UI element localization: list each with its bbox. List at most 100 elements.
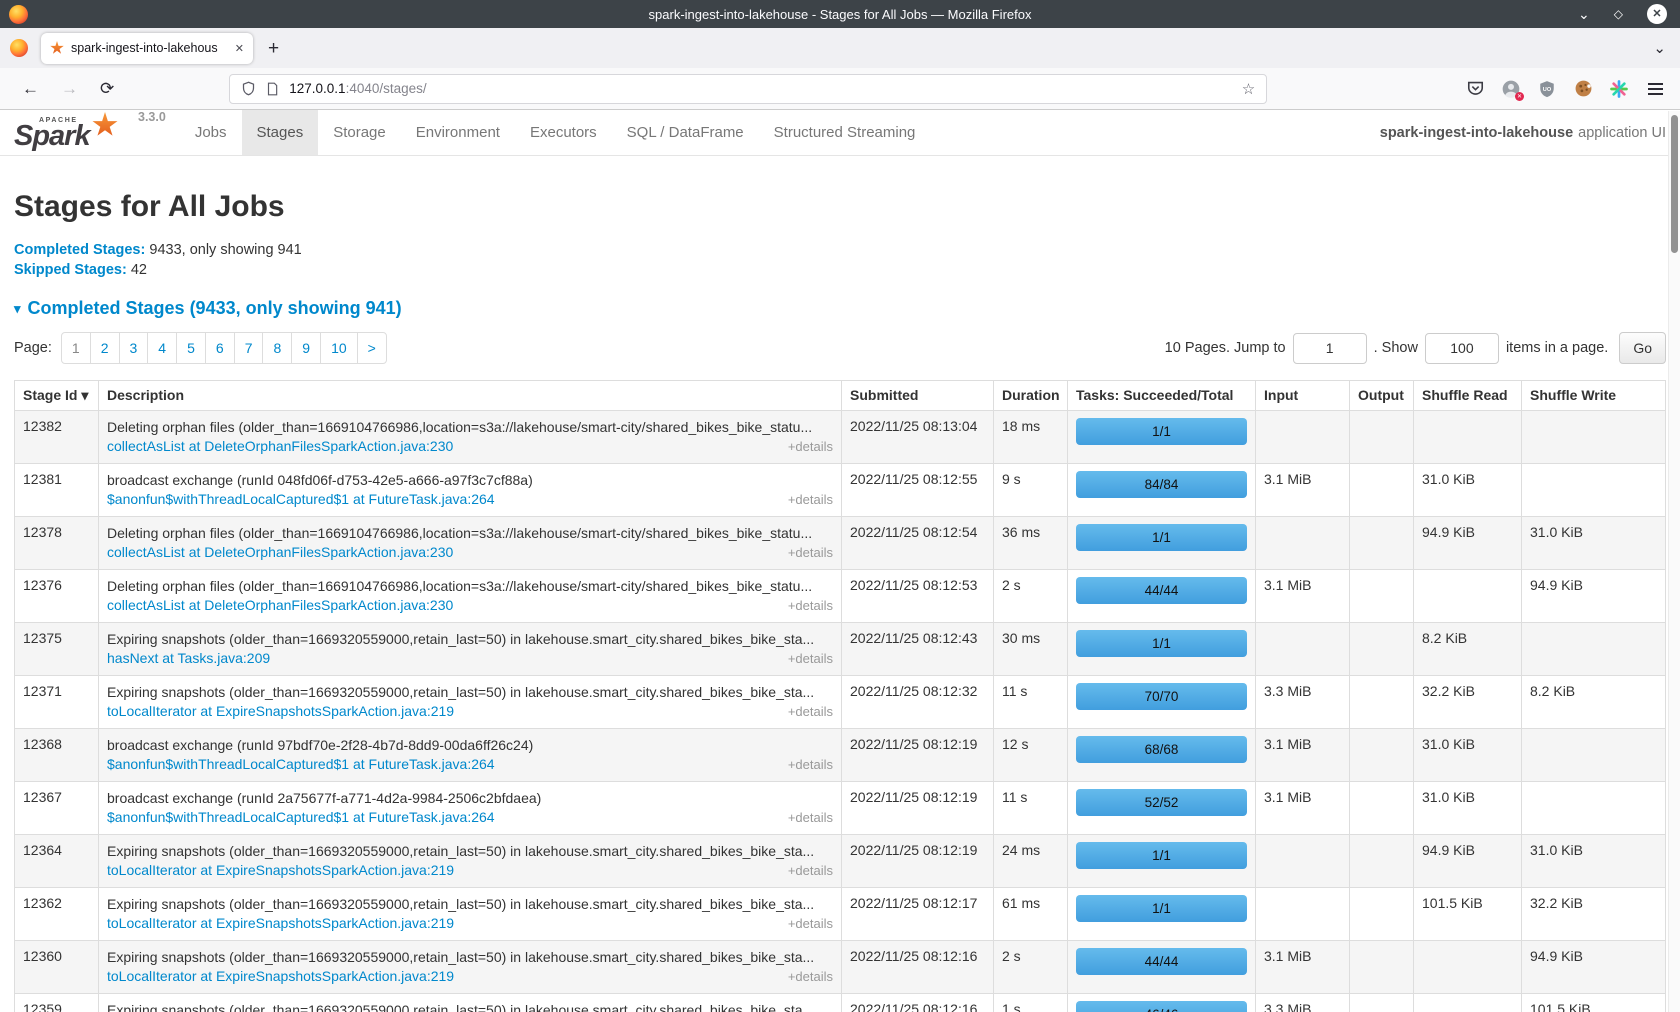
close-window-icon[interactable]: ✕ <box>1647 4 1667 24</box>
page-button-9[interactable]: 9 <box>292 333 321 363</box>
details-toggle[interactable]: +details <box>778 490 833 509</box>
maximize-icon[interactable]: ◇ <box>1614 8 1623 20</box>
list-all-tabs-chevron-icon[interactable]: ⌄ <box>1653 39 1666 57</box>
cell-output <box>1350 411 1414 464</box>
cell-submitted: 2022/11/25 08:12:17 <box>842 888 994 941</box>
cell-submitted: 2022/11/25 08:12:53 <box>842 570 994 623</box>
go-button[interactable]: Go <box>1619 332 1666 364</box>
spark-logo[interactable]: APACHE Spark <box>14 110 130 155</box>
reload-button[interactable]: ⟳ <box>100 80 114 97</box>
stage-callsite-link[interactable]: $anonfun$withThreadLocalCaptured$1 at Fu… <box>107 808 495 827</box>
account-extension-icon[interactable]: ✕ <box>1501 79 1521 99</box>
tab-close-icon[interactable]: ✕ <box>235 42 244 55</box>
cell-output <box>1350 729 1414 782</box>
nav-item-sql-dataframe[interactable]: SQL / DataFrame <box>612 110 759 155</box>
browser-tab[interactable]: spark-ingest-into-lakehous ✕ <box>41 33 253 64</box>
cell-stage-id: 12368 <box>15 729 99 782</box>
cell-output <box>1350 464 1414 517</box>
details-toggle[interactable]: +details <box>778 702 833 721</box>
stage-callsite-link[interactable]: toLocalIterator at ExpireSnapshotsSparkA… <box>107 702 454 721</box>
completed-stages-link[interactable]: Completed Stages: <box>14 242 145 258</box>
bookmark-star-icon[interactable]: ☆ <box>1242 80 1255 98</box>
stage-row-12362: 12362Expiring snapshots (older_than=1669… <box>15 888 1666 941</box>
shield-permissions-icon[interactable] <box>241 80 256 97</box>
cookie-icon[interactable] <box>1573 79 1593 99</box>
page-scrollbar[interactable] <box>1668 111 1680 1012</box>
cell-duration: 36 ms <box>994 517 1068 570</box>
cell-submitted: 2022/11/25 08:12:43 <box>842 623 994 676</box>
stage-callsite-link[interactable]: hasNext at Tasks.java:209 <box>107 649 270 668</box>
stage-callsite-link[interactable]: $anonfun$withThreadLocalCaptured$1 at Fu… <box>107 490 495 509</box>
menu-hamburger-icon[interactable] <box>1645 79 1665 99</box>
back-button[interactable]: ← <box>22 80 39 97</box>
skipped-stages-link[interactable]: Skipped Stages: <box>14 262 127 278</box>
show-label: . Show <box>1374 340 1418 356</box>
column-header-description[interactable]: Description <box>99 381 842 411</box>
page-button-5[interactable]: 5 <box>177 333 206 363</box>
details-toggle[interactable]: +details <box>778 543 833 562</box>
stage-callsite-link[interactable]: $anonfun$withThreadLocalCaptured$1 at Fu… <box>107 755 495 774</box>
cell-description: Expiring snapshots (older_than=166932055… <box>99 676 842 729</box>
nav-item-storage[interactable]: Storage <box>318 110 401 155</box>
details-toggle[interactable]: +details <box>778 967 833 986</box>
stage-row-12375: 12375Expiring snapshots (older_than=1669… <box>15 623 1666 676</box>
stage-description-sub: $anonfun$withThreadLocalCaptured$1 at Fu… <box>107 490 833 509</box>
stage-callsite-link[interactable]: collectAsList at DeleteOrphanFilesSparkA… <box>107 437 453 456</box>
details-toggle[interactable]: +details <box>778 914 833 933</box>
details-toggle[interactable]: +details <box>778 596 833 615</box>
nav-item-stages[interactable]: Stages <box>242 110 319 155</box>
nav-item-structured-streaming[interactable]: Structured Streaming <box>759 110 931 155</box>
page-button-8[interactable]: 8 <box>263 333 292 363</box>
column-header-submitted[interactable]: Submitted <box>842 381 994 411</box>
details-toggle[interactable]: +details <box>778 437 833 456</box>
completed-stages-section-header[interactable]: ▾ Completed Stages (9433, only showing 9… <box>14 298 1666 319</box>
column-header-input[interactable]: Input <box>1256 381 1350 411</box>
items-per-page-input[interactable] <box>1425 333 1499 364</box>
cell-tasks: 52/52 <box>1068 782 1256 835</box>
details-toggle[interactable]: +details <box>778 755 833 774</box>
cell-description: broadcast exchange (runId 2a75677f-a771-… <box>99 782 842 835</box>
page-button-6[interactable]: 6 <box>206 333 235 363</box>
cell-input: 3.1 MiB <box>1256 941 1350 994</box>
details-toggle[interactable]: +details <box>778 808 833 827</box>
spark-version: 3.3.0 <box>138 110 166 155</box>
stage-row-12371: 12371Expiring snapshots (older_than=1669… <box>15 676 1666 729</box>
cell-description: Deleting orphan files (older_than=166910… <box>99 570 842 623</box>
page-button-10[interactable]: 10 <box>321 333 358 363</box>
spark-wordmark: Spark <box>14 122 90 151</box>
column-header-shuffle-read[interactable]: Shuffle Read <box>1414 381 1522 411</box>
stage-callsite-link[interactable]: toLocalIterator at ExpireSnapshotsSparkA… <box>107 914 454 933</box>
scrollbar-thumb[interactable] <box>1671 115 1678 253</box>
stage-callsite-link[interactable]: collectAsList at DeleteOrphanFilesSparkA… <box>107 596 453 615</box>
minimize-icon[interactable]: ⌄ <box>1578 7 1590 21</box>
column-header-shuffle-write[interactable]: Shuffle Write <box>1522 381 1666 411</box>
jump-to-page-input[interactable] <box>1293 333 1367 364</box>
page-button-4[interactable]: 4 <box>148 333 177 363</box>
pocket-icon[interactable] <box>1465 79 1485 99</box>
column-header-tasks-succeeded-total[interactable]: Tasks: Succeeded/Total <box>1068 381 1256 411</box>
stage-callsite-link[interactable]: toLocalIterator at ExpireSnapshotsSparkA… <box>107 861 454 880</box>
page-button-1[interactable]: 1 <box>62 333 91 363</box>
page-button-7[interactable]: 7 <box>235 333 264 363</box>
cell-duration: 61 ms <box>994 888 1068 941</box>
details-toggle[interactable]: +details <box>778 861 833 880</box>
nav-item-executors[interactable]: Executors <box>515 110 612 155</box>
column-header-duration[interactable]: Duration <box>994 381 1068 411</box>
stage-callsite-link[interactable]: collectAsList at DeleteOrphanFilesSparkA… <box>107 543 453 562</box>
page-button-3[interactable]: 3 <box>120 333 149 363</box>
forward-button[interactable]: → <box>61 80 78 97</box>
extension-asterisk-icon[interactable] <box>1609 79 1629 99</box>
details-toggle[interactable]: +details <box>778 649 833 668</box>
stage-callsite-link[interactable]: toLocalIterator at ExpireSnapshotsSparkA… <box>107 967 454 986</box>
nav-item-jobs[interactable]: Jobs <box>180 110 242 155</box>
url-bar[interactable]: 127.0.0.1:4040/stages/ ☆ <box>229 74 1267 104</box>
ublock-shield-icon[interactable]: UO <box>1537 79 1557 99</box>
nav-item-environment[interactable]: Environment <box>401 110 515 155</box>
page-info-icon[interactable] <box>265 81 279 97</box>
page-next-button[interactable]: > <box>358 333 386 363</box>
stage-description-sub: toLocalIterator at ExpireSnapshotsSparkA… <box>107 914 833 933</box>
column-header-output[interactable]: Output <box>1350 381 1414 411</box>
column-header-stage-id[interactable]: Stage Id ▾ <box>15 381 99 411</box>
page-button-2[interactable]: 2 <box>91 333 120 363</box>
new-tab-button[interactable]: + <box>268 39 279 58</box>
